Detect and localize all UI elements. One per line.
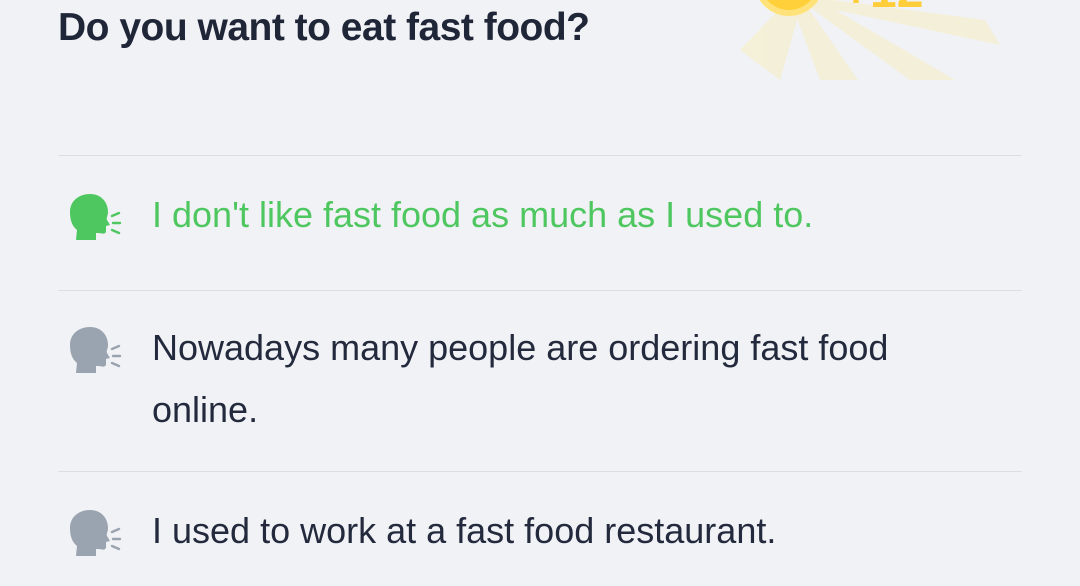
speaking-head-icon[interactable]	[66, 508, 128, 558]
answer-text: Nowadays many people are ordering fast f…	[152, 327, 889, 430]
answer-text: I don't like fast food as much as I used…	[152, 194, 814, 235]
speaking-head-icon[interactable]	[66, 192, 128, 242]
answer-list: I don't like fast food as much as I used…	[58, 155, 1022, 582]
answer-option-1[interactable]: I don't like fast food as much as I used…	[58, 155, 1022, 290]
answer-option-2[interactable]: Nowadays many people are ordering fast f…	[58, 290, 1022, 471]
answer-option-3[interactable]: I used to work at a fast food restaurant…	[58, 471, 1022, 582]
reward-value: +12	[842, 0, 923, 19]
question-title: Do you want to eat fast food?	[58, 6, 590, 49]
speaking-head-icon[interactable]	[66, 325, 128, 375]
answer-text: I used to work at a fast food restaurant…	[152, 510, 777, 551]
